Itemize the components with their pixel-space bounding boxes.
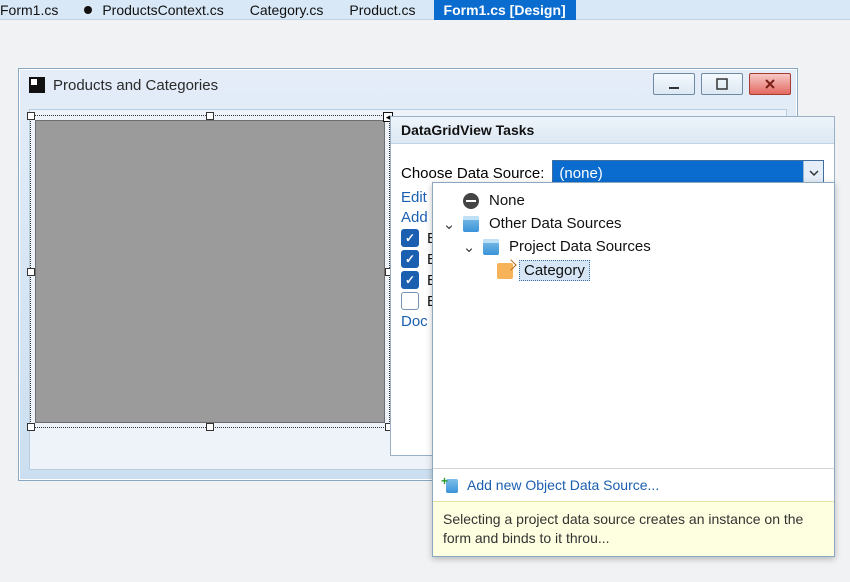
datasource-selected: (none) (553, 165, 608, 182)
tree-node-project-sources[interactable]: ⌄ Project Data Sources (441, 235, 826, 258)
designer-surface[interactable]: Products and Categories ◂ DataGridView (0, 20, 850, 582)
window-controls (653, 73, 791, 95)
resize-grip[interactable] (206, 112, 214, 120)
tab-form1-cs[interactable]: Form1.cs (0, 0, 76, 20)
tab-product-cs[interactable]: Product.cs (341, 0, 433, 20)
tab-label: Form1.cs (0, 2, 58, 18)
tab-form1-design[interactable]: Form1.cs [Design] (434, 0, 576, 20)
tab-label: Category.cs (250, 2, 324, 18)
enable-deleting-checkbox[interactable]: ✓ (401, 271, 419, 289)
datasource-hint: Selecting a project data source creates … (433, 501, 834, 556)
chevron-down-icon[interactable]: ⌄ (461, 238, 477, 256)
tasks-title: DataGridView Tasks (391, 117, 834, 144)
add-datasource-row[interactable]: + Add new Object Data Source... (433, 468, 834, 501)
enable-reordering-checkbox[interactable] (401, 292, 419, 310)
tree-node-other-sources[interactable]: ⌄ Other Data Sources (441, 212, 826, 235)
resize-grip[interactable] (27, 423, 35, 431)
datagridview-control[interactable] (35, 120, 385, 423)
close-button[interactable] (749, 73, 791, 95)
minimize-button[interactable] (653, 73, 695, 95)
document-tabs: Form1.cs ProductsContext.cs Category.cs … (0, 0, 850, 20)
resize-grip[interactable] (206, 423, 214, 431)
tab-label: ProductsContext.cs (102, 2, 223, 18)
add-datasource-link[interactable]: Add new Object Data Source... (467, 477, 659, 493)
chevron-down-icon[interactable]: ⌄ (441, 215, 457, 233)
tab-label: Form1.cs [Design] (444, 2, 566, 18)
database-icon (483, 239, 499, 255)
datasource-group-icon (463, 216, 479, 232)
maximize-button[interactable] (701, 73, 743, 95)
enable-editing-checkbox[interactable]: ✓ (401, 250, 419, 268)
tree-node-category[interactable]: Category (441, 258, 826, 283)
unsaved-dot-icon (84, 6, 92, 14)
minimize-icon (667, 77, 681, 91)
tab-category-cs[interactable]: Category.cs (242, 0, 342, 20)
choose-datasource-label: Choose Data Source: (401, 165, 544, 182)
window-title: Products and Categories (53, 77, 218, 94)
datasource-tree-popup: None ⌄ Other Data Sources ⌄ Project Data… (432, 182, 835, 557)
datagridview-selection[interactable]: ◂ (30, 115, 390, 428)
tab-label: Product.cs (349, 2, 415, 18)
add-datasource-icon: + (443, 477, 459, 493)
datasource-tree: None ⌄ Other Data Sources ⌄ Project Data… (433, 183, 834, 468)
tab-productscontext-cs[interactable]: ProductsContext.cs (76, 0, 241, 20)
none-icon (463, 193, 479, 209)
app-icon (29, 77, 45, 93)
resize-grip[interactable] (27, 268, 35, 276)
class-icon (497, 263, 513, 279)
close-icon (763, 77, 777, 91)
tree-node-none[interactable]: None (441, 189, 826, 212)
maximize-icon (715, 77, 729, 91)
enable-adding-checkbox[interactable]: ✓ (401, 229, 419, 247)
resize-grip[interactable] (27, 112, 35, 120)
